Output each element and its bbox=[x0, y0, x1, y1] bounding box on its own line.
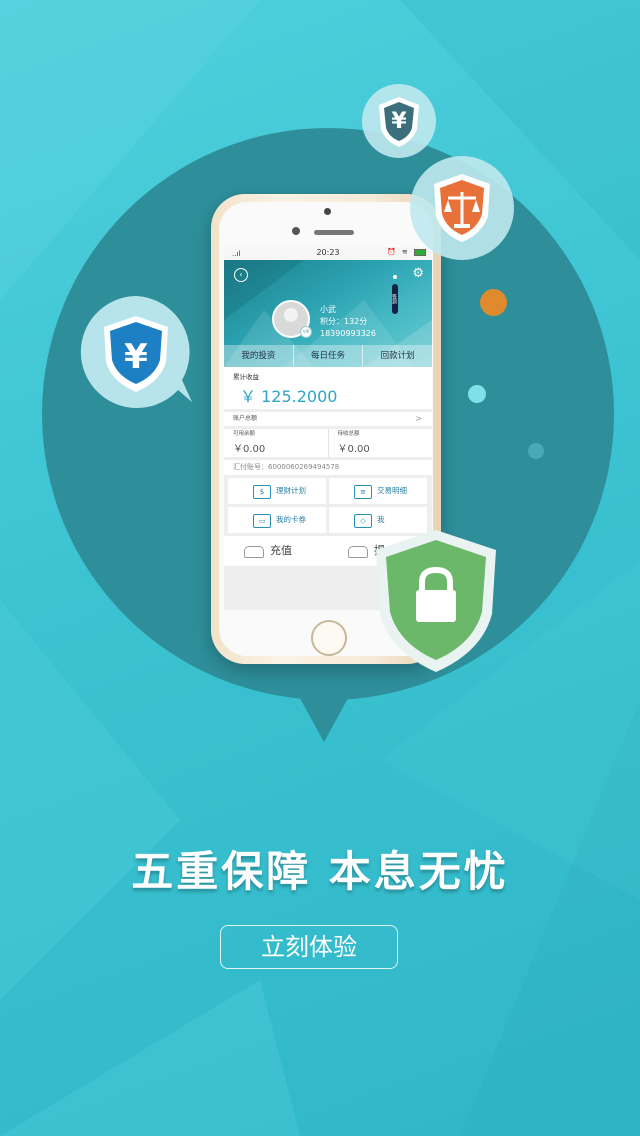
user-info: 小武 积分：132分 18390993326 bbox=[320, 304, 376, 340]
balance-row: 可用余额 ￥0.00 待收总额 ￥0.00 bbox=[224, 429, 432, 457]
document-icon: ≡ bbox=[354, 485, 372, 499]
home-button[interactable] bbox=[311, 620, 347, 656]
available-balance: 可用余额 ￥0.00 bbox=[224, 429, 328, 457]
pending-value: ￥0.00 bbox=[337, 444, 370, 455]
grid-item-label: 我 bbox=[377, 515, 385, 524]
bank-account-number: 汇付账号：6000060269494578 bbox=[224, 460, 432, 475]
grid-item-label: 交易明细 bbox=[377, 486, 407, 495]
tab-repayment-plan[interactable]: 回款计划 bbox=[362, 345, 432, 367]
shield-yen-small-icon: ¥ bbox=[362, 84, 436, 158]
grid-item-transactions[interactable]: ≡ 交易明细 bbox=[329, 478, 427, 504]
recharge-button[interactable]: 充值 bbox=[224, 536, 328, 566]
gear-icon[interactable]: ⚙ bbox=[412, 266, 424, 281]
user-phone: 18390993326 bbox=[320, 329, 376, 338]
grid-item-plan[interactable]: $ 理财计划 bbox=[228, 478, 326, 504]
earnings-card: 累计收益 ￥ 125.2000 bbox=[224, 367, 432, 409]
withdraw-icon bbox=[348, 546, 368, 558]
try-now-button[interactable]: 立刻体验 bbox=[220, 925, 398, 969]
available-value: ￥0.00 bbox=[233, 444, 266, 455]
vip-badge: VIP bbox=[300, 326, 312, 338]
user-name: 小武 bbox=[320, 305, 336, 314]
splash-page: ..ıl 20:23 ⏰ ≋ ‹ ⚙ 签到 VIP 小武 积分：132分 183… bbox=[0, 0, 640, 1136]
sensor bbox=[292, 227, 300, 235]
shield-yen-large-icon: ¥ bbox=[80, 296, 192, 408]
available-label: 可用余额 bbox=[233, 431, 256, 437]
shield-scale-icon bbox=[410, 156, 514, 260]
profile-tabs: 我的投资 每日任务 回款计划 bbox=[224, 345, 432, 367]
pending-label: 待收总额 bbox=[337, 431, 360, 437]
bubble-tail bbox=[290, 680, 358, 742]
front-camera bbox=[324, 208, 331, 215]
chevron-right-icon: > bbox=[415, 414, 422, 423]
plan-icon: $ bbox=[253, 485, 271, 499]
diamond-icon: ◇ bbox=[354, 514, 372, 528]
earnings-label: 累计收益 bbox=[233, 373, 259, 381]
back-button[interactable]: ‹ bbox=[234, 268, 248, 282]
tab-daily-tasks[interactable]: 每日任务 bbox=[292, 345, 363, 367]
recharge-icon bbox=[244, 546, 264, 558]
grid-item-label: 理财计划 bbox=[276, 486, 306, 495]
account-total-label: 账户总额 bbox=[233, 415, 258, 422]
feature-grid: $ 理财计划 ≡ 交易明细 ▭ 我的卡券 ◇ 我 bbox=[224, 478, 432, 533]
yen-glyph-large: ¥ bbox=[124, 337, 148, 377]
status-bar: ..ıl 20:23 ⏰ ≋ bbox=[224, 247, 432, 260]
sign-in-tag[interactable]: 签到 bbox=[391, 284, 398, 314]
pending-balance: 待收总额 ￥0.00 bbox=[327, 429, 433, 457]
sign-dot bbox=[393, 275, 397, 279]
decor-dot-small bbox=[528, 443, 544, 459]
profile-header: ‹ ⚙ 签到 VIP 小武 积分：132分 18390993326 我的投资 每… bbox=[224, 260, 432, 367]
lock-shield-icon bbox=[376, 530, 496, 672]
coupon-icon: ▭ bbox=[253, 514, 271, 528]
decor-dot-light bbox=[468, 385, 486, 403]
tab-my-investment[interactable]: 我的投资 bbox=[224, 345, 293, 367]
alarm-wifi-icon: ⏰ ≋ bbox=[386, 248, 410, 256]
earnings-value: ￥ 125.2000 bbox=[240, 387, 338, 406]
account-total-row[interactable]: 账户总额 > bbox=[224, 412, 432, 426]
grid-item-label: 我的卡券 bbox=[276, 515, 306, 524]
yen-glyph-small: ¥ bbox=[391, 109, 407, 134]
speaker bbox=[314, 230, 354, 235]
recharge-label: 充值 bbox=[270, 544, 292, 557]
grid-item-coupons[interactable]: ▭ 我的卡券 bbox=[228, 507, 326, 533]
headline: 五重保障 本息无忧 bbox=[131, 847, 509, 896]
decor-dot-orange bbox=[480, 289, 507, 316]
user-points: 积分：132分 bbox=[320, 317, 368, 326]
